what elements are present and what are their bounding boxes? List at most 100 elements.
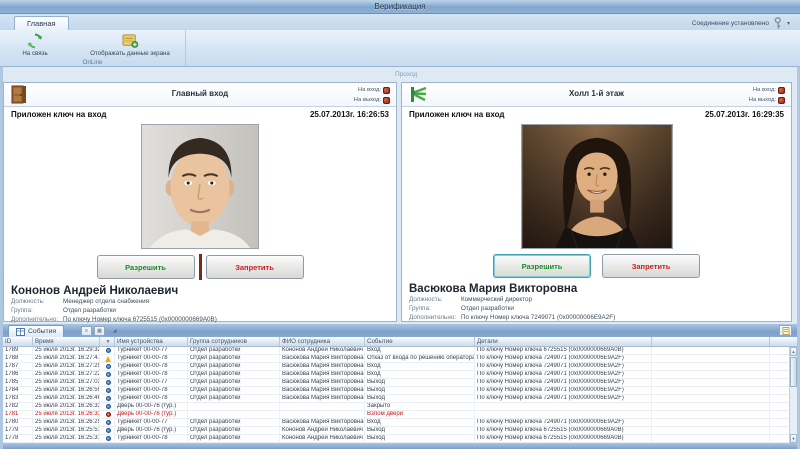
event-datetime: 25.07.2013г. 16:26:53 [310,110,389,119]
table-row[interactable]: 1782 25 июля 2013г. 16:26:33 Дверь 00-00… [3,403,797,411]
table-row[interactable]: 1779 25 июля 2013г. 16:25:51 Дверь 00-00… [3,427,797,435]
table-icon [16,328,25,336]
table-header-row[interactable]: ID Время ▼ Имя устройства Группа сотрудн… [3,337,797,347]
person-name: Васюкова Мария Викторовна [409,283,791,295]
cell-details: По ключу Номер ключа 7249071 (0x00000006… [475,363,652,370]
display-data-button[interactable]: Отображать данные экрана [86,32,174,58]
scrollbar-thumb[interactable] [790,357,797,387]
column-header-event[interactable]: Событие [365,337,475,346]
column-header-id[interactable]: ID [3,337,33,346]
cell-id: 1789 [3,347,33,354]
cell-group: Отдел разработки [188,395,280,402]
cell-event: Выход [365,395,475,402]
scroll-down-icon[interactable]: ▼ [790,434,797,443]
field-label: Группа: [409,304,461,313]
deny-button[interactable]: Запретить [206,255,304,279]
ribbon-tabstrip: Главная Соединение установлено ▾ [0,14,800,30]
column-header-device[interactable]: Имя устройства [115,337,188,346]
chevron-down-icon[interactable]: ▾ [787,20,790,27]
cell-time: 25 июля 2013г. 16:29:32 [33,347,100,354]
cell-empty [652,355,770,362]
cell-empty [652,427,770,434]
cell-device: Турникет 00-00-77 [115,379,188,386]
cell-person: Васюкова Мария Викторовна [280,371,365,378]
cell-group: Отдел разработки [188,347,280,354]
events-table: ID Время ▼ Имя устройства Группа сотрудн… [0,337,800,443]
verification-workspace: Проход Главный вход На вход: На выход: [0,67,800,324]
deny-button[interactable]: Запретить [602,254,700,278]
chevron-more-icon[interactable]: ◢ [109,326,120,336]
cell-details: По ключу Номер ключа 6725515 (0x00000006… [475,427,652,434]
cell-time: 25 июля 2013г. 16:26:59 [33,387,100,394]
entry-indicator-icon [383,87,390,94]
title-bar[interactable]: Верификация [0,0,800,14]
cell-device: Турникет 00-00-78 [115,363,188,370]
allow-button[interactable]: Разрешить [97,255,195,279]
field-value: По ключу Номер ключа 7249071 (0x00000006… [461,313,615,322]
cell-id: 1781 [3,411,33,418]
column-header-time[interactable]: Время [33,337,100,346]
table-row[interactable]: 1788 25 июля 2013г. 16:27:47 Турникет 00… [3,355,797,363]
cell-empty [652,347,770,354]
allow-button[interactable]: Разрешить [493,254,591,278]
table-row[interactable]: 1787 25 июля 2013г. 16:27:29 Турникет 00… [3,363,797,371]
column-header-filler [770,337,797,346]
cell-time: 25 июля 2013г. 16:26:25 [33,419,100,426]
view-toggle-list-button[interactable]: ≡ [81,326,92,336]
column-header-icon[interactable]: ▼ [100,337,115,346]
view-toggle-columns-button[interactable]: ▦ [94,326,105,336]
tab-main[interactable]: Главная [14,16,69,30]
cell-details: По ключу Номер ключа 7249071 (0x00000006… [475,371,652,378]
cell-empty [652,379,770,386]
table-row[interactable]: 1778 25 июля 2013г. 16:25:31 Турникет 00… [3,435,797,443]
column-header-person[interactable]: ФИО сотрудника [280,337,365,346]
tab-events[interactable]: События [8,325,64,337]
event-type-icon [100,419,115,426]
field-label: Дополнительно: [11,315,63,324]
cell-time: 25 июля 2013г. 16:26:46 [33,395,100,402]
events-options-button[interactable] [779,325,792,336]
panel-header: Главный вход На вход: На выход: [4,83,396,107]
scroll-up-icon[interactable]: ▲ [790,347,797,356]
cell-empty [652,363,770,370]
column-header-details[interactable]: Детали [475,337,652,346]
cell-id: 1785 [3,379,33,386]
event-type-icon [100,427,115,434]
refresh-icon [25,33,45,49]
column-header-group[interactable]: Группа сотрудников [188,337,280,346]
cell-person [280,411,365,418]
exit-indicator-icon [778,97,785,104]
panel-title: Холл 1-й этаж [402,89,791,98]
cell-event: Закрыто [365,403,475,410]
table-row[interactable]: 1786 25 июля 2013г. 16:27:22 Турникет 00… [3,371,797,379]
cell-id: 1780 [3,419,33,426]
photo-man [4,124,396,249]
direction-indicators: На вход: На выход: [354,85,390,105]
pane-caption: Проход [395,71,417,78]
table-row[interactable]: 1784 25 июля 2013г. 16:26:59 Турникет 00… [3,387,797,395]
table-row[interactable]: 1785 25 июля 2013г. 16:27:02 Турникет 00… [3,379,797,387]
in-label: На вход: [358,87,381,93]
table-scrollbar[interactable]: ▲ ▼ [789,347,797,443]
table-row[interactable]: 1789 25 июля 2013г. 16:29:32 Турникет 00… [3,347,797,355]
ribbon-group-online: На связь Отображать данные экрана OnLine [0,30,186,66]
table-row[interactable]: 1781 25 июля 2013г. 16:26:33 Дверь 00-00… [3,411,797,419]
cell-time: 25 июля 2013г. 16:26:33 [33,411,100,418]
bottom-status-bar [0,443,800,449]
table-row[interactable]: 1783 25 июля 2013г. 16:26:46 Турникет 00… [3,395,797,403]
tab-events-label: События [28,328,56,335]
entry-indicator-icon [778,87,785,94]
cell-person: Васюкова Мария Викторовна [280,355,365,362]
decision-buttons: Разрешить Запретить [4,254,396,280]
cell-person: Кононов Андрей Николаевич [280,427,365,434]
field-label: Дополнительно: [409,313,461,322]
connect-button[interactable]: На связь [6,32,64,58]
field-value: Отдел разработки [63,306,116,315]
cell-person: Васюкова Мария Викторовна [280,387,365,394]
table-row[interactable]: 1780 25 июля 2013г. 16:26:25 Турникет 00… [3,419,797,427]
ribbon-group-caption: OnLine [0,59,185,66]
events-bar: События ≡ ▦ ◢ [0,324,800,337]
cell-person: Васюкова Мария Викторовна [280,419,365,426]
person-name: Кононов Андрей Николаевич [11,285,396,297]
cell-time: 25 июля 2013г. 16:25:51 [33,427,100,434]
